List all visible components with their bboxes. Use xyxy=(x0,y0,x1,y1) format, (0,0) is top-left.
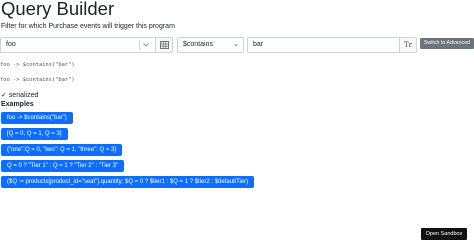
examples-heading: Examples xyxy=(1,101,34,108)
expression-preview: foo -> $contains("bar") xyxy=(0,62,75,68)
property-input[interactable]: foo xyxy=(0,37,156,53)
open-sandbox-button[interactable]: Open Sandbox xyxy=(421,228,467,240)
example-chip[interactable]: ($Q := products[product_id="seat"].quant… xyxy=(1,176,255,188)
page-subtitle: Filter for which Purchase events will tr… xyxy=(1,23,175,30)
example-chip[interactable]: Q = 0 ? "Tier 1" : Q = 1 ? "Tier 2" : "T… xyxy=(1,160,125,172)
switch-to-advanced-button[interactable]: Switch to Advanced xyxy=(420,38,474,49)
example-chip[interactable]: {"one":Q = 0, "two": Q = 1, "three": Q =… xyxy=(1,144,123,156)
table-icon xyxy=(159,41,169,49)
serialized-status: ✓ serialized xyxy=(1,92,39,99)
serialized-expression: foo -> $contains("bar") xyxy=(0,77,75,83)
page-title: Query Builder xyxy=(1,0,115,19)
operator-select[interactable]: $contains ⌄ xyxy=(177,37,244,53)
value-input[interactable]: bar xyxy=(247,37,400,53)
text-type-button[interactable]: Tr xyxy=(399,37,417,53)
property-dropdown-toggle[interactable] xyxy=(139,37,153,53)
chevron-down-icon xyxy=(139,40,149,50)
example-chip[interactable]: foo -> $contains("bar") xyxy=(1,112,73,124)
operator-select-value: $contains xyxy=(183,41,213,48)
chevron-down-icon: ⌄ xyxy=(233,41,239,48)
property-input-group: foo xyxy=(0,37,173,53)
property-picker-button[interactable] xyxy=(155,37,173,53)
value-input-group: bar Tr xyxy=(247,37,417,53)
condition-row: foo $contains ⌄ bar Tr Switch to Advance… xyxy=(0,37,474,53)
example-chip[interactable]: [Q = 0, Q = 1, Q = 3] xyxy=(1,128,68,140)
text-type-icon: Tr xyxy=(403,41,412,49)
